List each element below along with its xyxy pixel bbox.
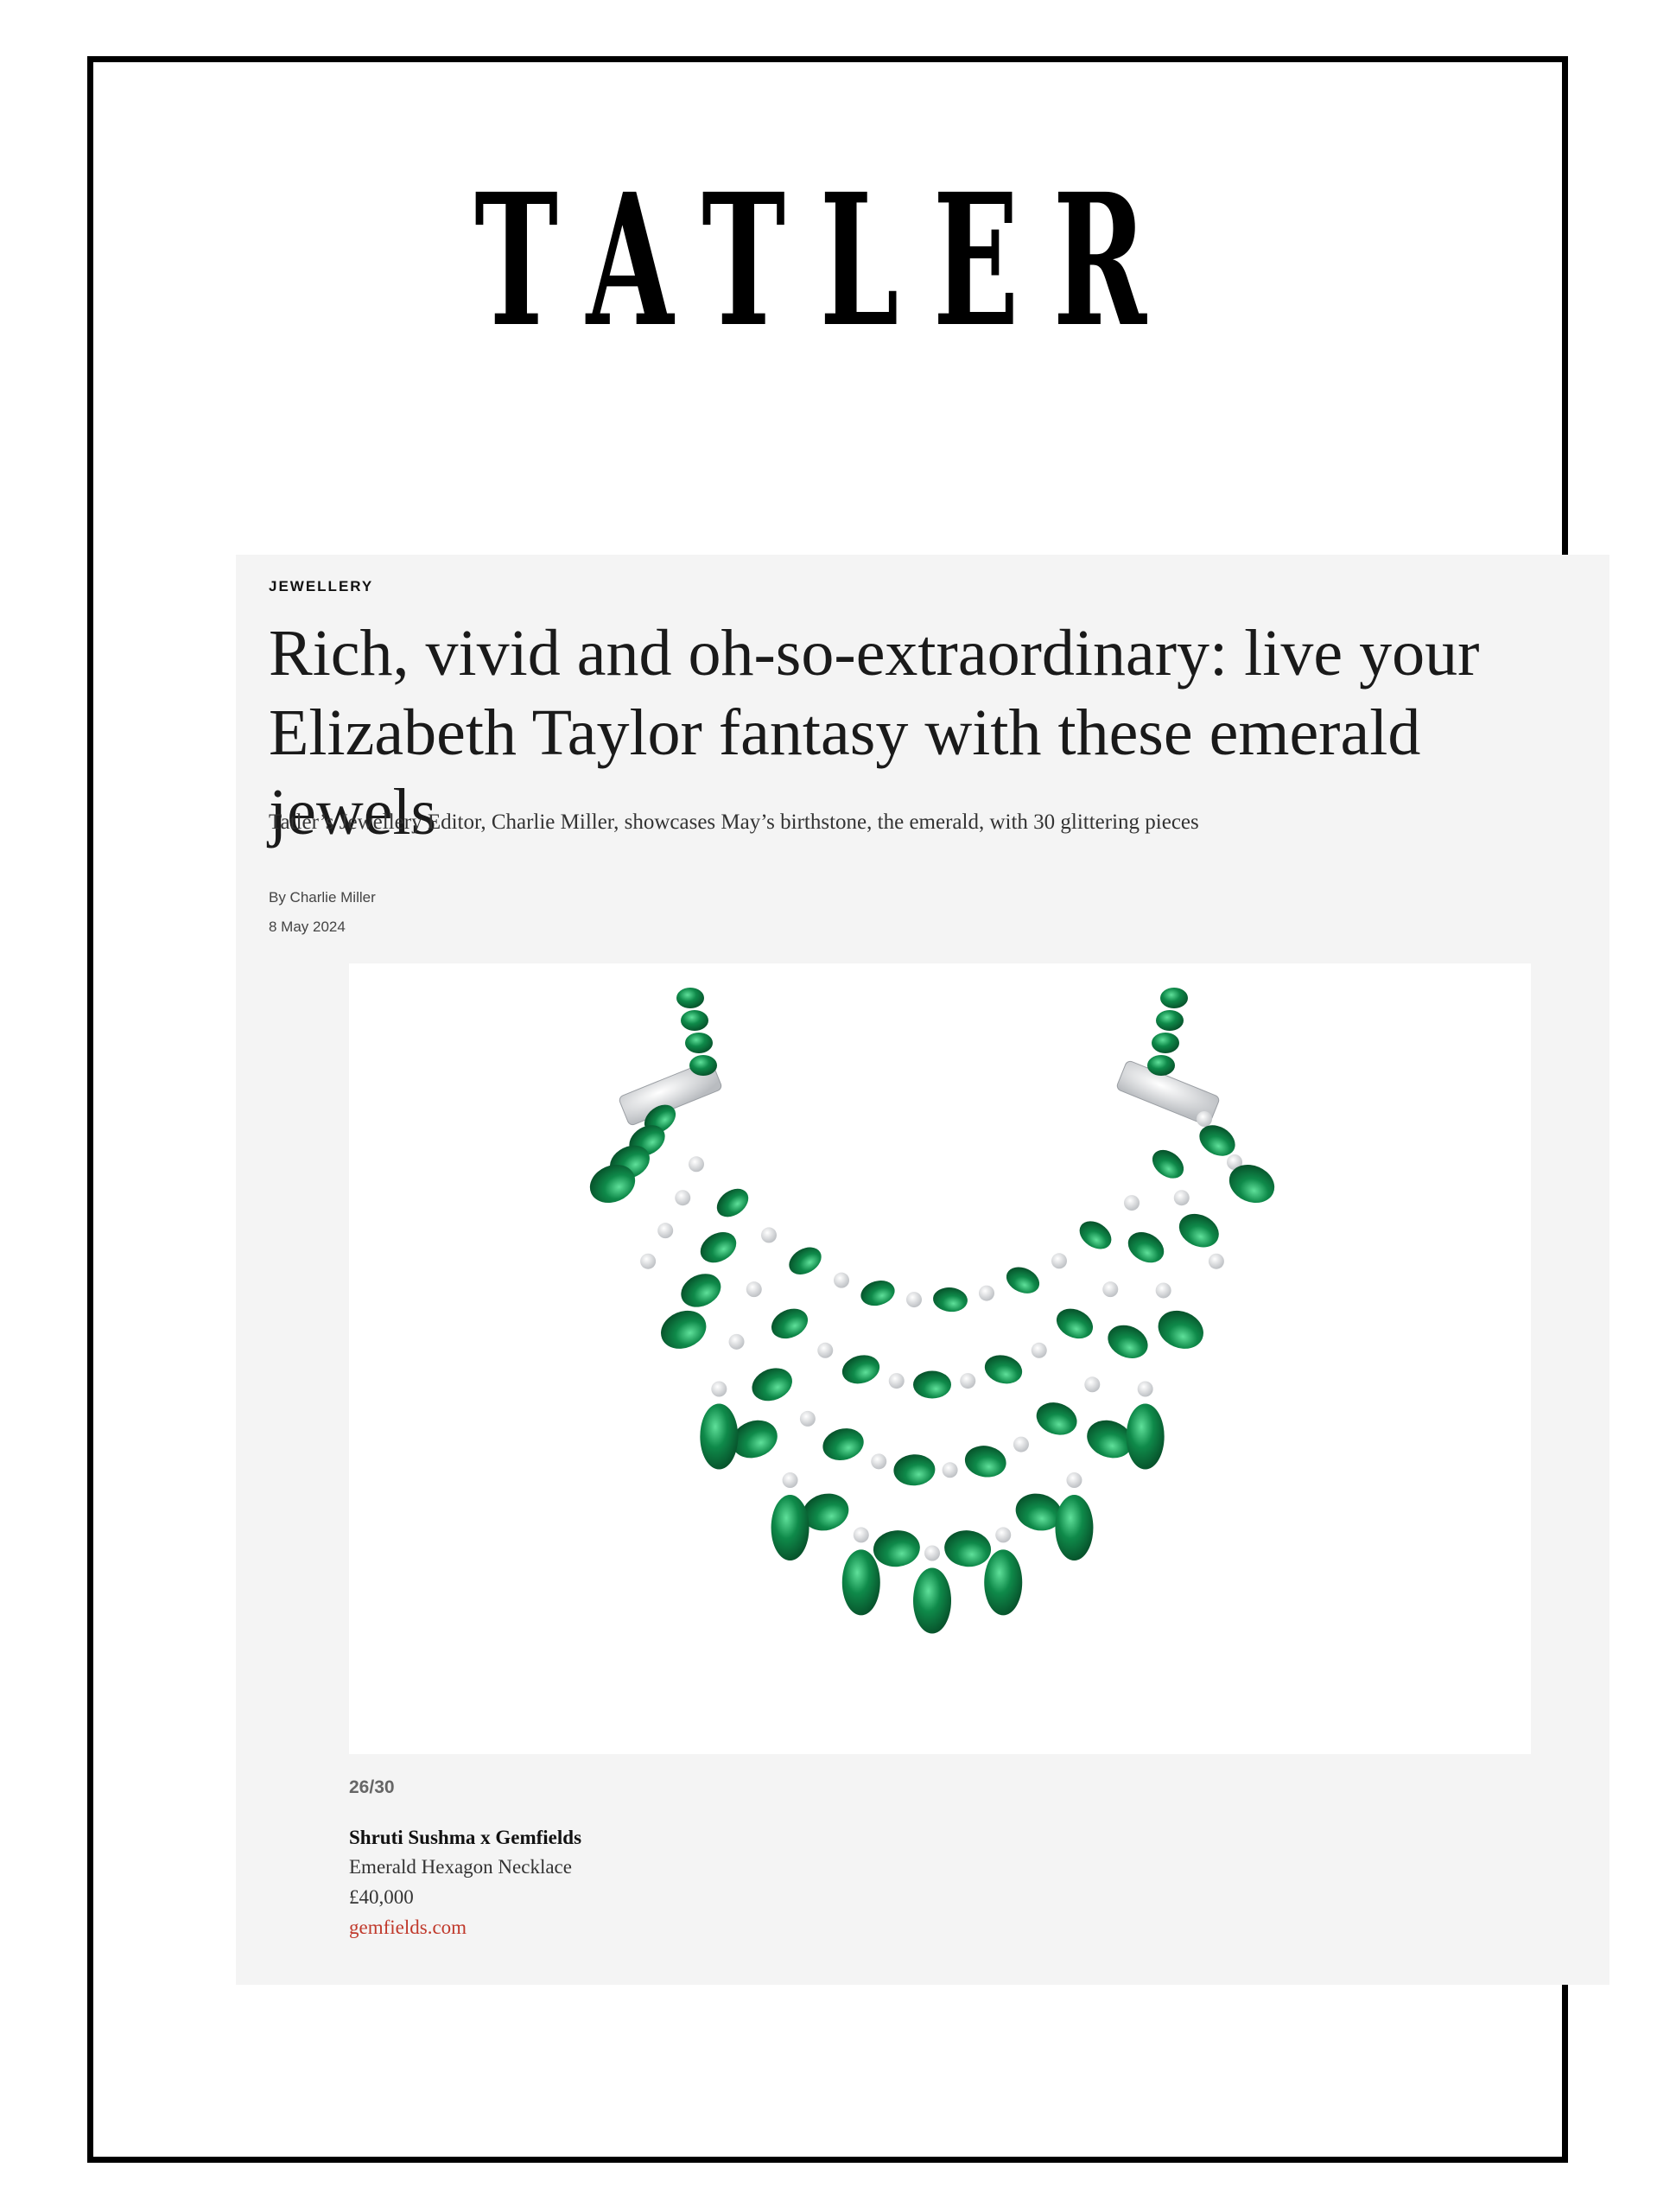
emerald-bead: [689, 1055, 717, 1076]
emerald-bead: [873, 1530, 920, 1567]
diamond-spacer: [995, 1527, 1012, 1543]
diamond-spacer: [1124, 1195, 1140, 1211]
emerald-bead: [685, 1033, 713, 1053]
diamond-spacer: [782, 1472, 798, 1489]
emerald-bead: [700, 1231, 737, 1263]
gallery-image[interactable]: [349, 963, 1531, 1754]
emerald-bead: [1156, 1010, 1184, 1031]
emerald-bead: [681, 1274, 721, 1307]
emerald-bead: [1178, 1213, 1219, 1248]
emerald-bead: [1108, 1325, 1148, 1358]
emerald-bead: [893, 1454, 936, 1486]
diamond-spacer: [761, 1227, 777, 1243]
diamond-spacer: [888, 1373, 905, 1389]
emerald-bead: [752, 1368, 792, 1402]
diamond-spacer: [1173, 1190, 1190, 1206]
article-dek: Tatler’s Jewellery Editor, Charlie Mille…: [269, 810, 1199, 834]
emerald-bead: [933, 1287, 968, 1313]
diamond-spacer: [675, 1190, 691, 1206]
emerald-drop: [700, 1403, 739, 1470]
emerald-bead: [661, 1310, 707, 1349]
diamond-spacer: [640, 1253, 657, 1269]
caption-price: £40,000: [349, 1886, 414, 1908]
diamond-spacer: [746, 1281, 762, 1298]
emerald-bead: [822, 1428, 864, 1461]
diamond-spacer: [728, 1333, 745, 1350]
diamond-spacer: [1155, 1282, 1171, 1299]
emerald-bead: [944, 1530, 992, 1567]
masthead-logo[interactable]: TATLER: [372, 170, 1283, 352]
emerald-drop: [841, 1549, 880, 1616]
emerald-bead: [771, 1308, 809, 1339]
emerald-bead: [1160, 988, 1188, 1008]
emerald-bead: [1036, 1402, 1077, 1435]
caption-link[interactable]: gemfields.com: [349, 1916, 467, 1939]
emerald-bead: [1127, 1231, 1165, 1263]
diamond-spacer: [979, 1285, 994, 1301]
emerald-drop: [1126, 1403, 1165, 1470]
emerald-bead: [841, 1355, 880, 1384]
caption-product: Emerald Hexagon Necklace: [349, 1856, 572, 1878]
emerald-drop: [1055, 1495, 1094, 1561]
emerald-necklace-image: [589, 988, 1275, 1634]
article-card: JEWELLERY Rich, vivid and oh-so-extraord…: [236, 555, 1609, 1985]
emerald-drop: [913, 1567, 951, 1634]
emerald-bead: [1158, 1310, 1203, 1349]
article-date: 8 May 2024: [269, 918, 346, 935]
article-byline[interactable]: By Charlie Miller: [269, 889, 376, 906]
emerald-bead: [984, 1355, 1023, 1384]
diamond-spacer: [1208, 1253, 1224, 1269]
diamond-spacer: [657, 1223, 674, 1239]
caption-brand: Shruti Sushma x Gemfields: [349, 1827, 582, 1848]
emerald-bead: [681, 1010, 708, 1031]
diamond-spacer: [1066, 1472, 1082, 1489]
emerald-bead: [716, 1188, 749, 1217]
diamond-spacer: [924, 1545, 940, 1561]
diamond-spacer: [960, 1373, 976, 1389]
emerald-bead: [1152, 1033, 1179, 1053]
emerald-bead: [789, 1247, 822, 1274]
emerald-bead: [913, 1370, 951, 1399]
emerald-drop: [984, 1549, 1023, 1616]
diamond-spacer: [1051, 1253, 1067, 1269]
diamond-spacer: [1102, 1281, 1119, 1298]
gallery-counter: 26/30: [349, 1777, 395, 1797]
diamond-spacer: [817, 1342, 834, 1358]
diamond-spacer: [1197, 1111, 1212, 1127]
diamond-spacer: [906, 1292, 922, 1308]
diamond-spacer: [942, 1462, 958, 1478]
diamond-spacer: [853, 1527, 869, 1543]
diamond-spacer: [834, 1272, 849, 1288]
section-rubric[interactable]: JEWELLERY: [269, 578, 373, 595]
diamond-spacer: [1013, 1436, 1029, 1452]
emerald-bead: [964, 1446, 1006, 1478]
diamond-spacer: [799, 1410, 816, 1427]
emerald-bead: [1147, 1055, 1175, 1076]
diamond-spacer: [1084, 1376, 1101, 1393]
diamond-spacer: [689, 1156, 704, 1173]
emerald-bead: [676, 988, 704, 1008]
diamond-spacer: [871, 1453, 887, 1470]
page-frame: TATLER JEWELLERY Rich, vivid and oh-so-e…: [87, 56, 1609, 2163]
emerald-bead: [1152, 1149, 1184, 1179]
diamond-spacer: [1137, 1381, 1153, 1397]
emerald-bead: [1056, 1308, 1094, 1339]
headline-line-1: Rich, vivid and oh-so-extraordinary: liv…: [269, 617, 1480, 690]
diamond-spacer: [711, 1381, 727, 1397]
emerald-bead: [1079, 1221, 1112, 1249]
emerald-drop: [771, 1495, 809, 1561]
diamond-spacer: [1031, 1342, 1047, 1358]
emerald-bead: [860, 1281, 895, 1306]
emerald-bead: [1006, 1267, 1040, 1294]
